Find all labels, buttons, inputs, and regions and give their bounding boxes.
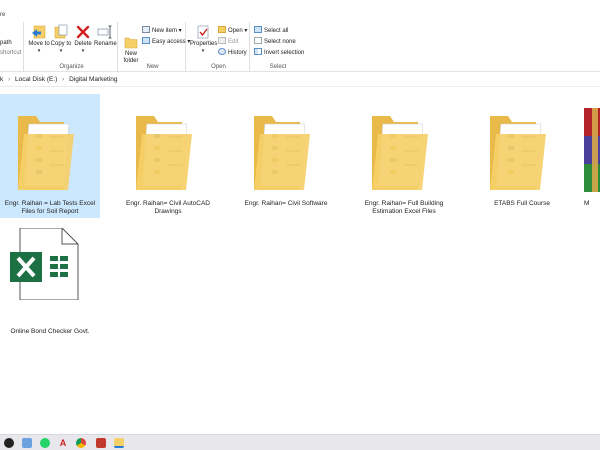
new-item-icon — [142, 26, 150, 33]
invert-selection-button[interactable]: Invert selection — [254, 48, 304, 58]
item-label: Engr. Raihan= Full Building Estimation E… — [364, 200, 444, 215]
breadcrumb-local-disk[interactable]: Local Disk (E:) — [15, 73, 57, 87]
open-group: Properties ▾ Open ▾ Edit History Open — [188, 22, 250, 72]
new-group: New folder New item ▾ Easy access ▾ New — [120, 22, 190, 72]
file-list: Engr. Raihan = Lab Tests Excel Files for… — [0, 88, 600, 434]
history-icon — [218, 48, 226, 55]
organize-group-label: Organize — [59, 64, 84, 70]
breadcrumb-separator[interactable]: › — [62, 73, 64, 87]
delete-button[interactable]: Delete ▾ — [72, 24, 94, 55]
select-group-label: Select — [269, 64, 287, 70]
folder-icon — [18, 116, 74, 190]
acrobat-icon[interactable]: A — [58, 438, 68, 448]
open-button[interactable]: Open ▾ — [218, 26, 247, 36]
excel-file-item[interactable]: Online Bond Checker Govt. — [0, 222, 100, 346]
powerpoint-icon[interactable] — [96, 438, 106, 448]
item-label: Engr. Raihan= Civil AutoCAD Drawings — [125, 200, 210, 215]
select-all-icon — [254, 26, 262, 33]
folder-item-etabs[interactable]: ETABS Full Course — [472, 94, 572, 218]
select-group: Select all Select none Invert selection … — [252, 22, 304, 72]
breadcrumb-separator[interactable]: › — [8, 73, 10, 87]
address-bar[interactable]: k › Local Disk (E:) › Digital Marketing — [0, 73, 600, 87]
new-item-button[interactable]: New item ▾ — [142, 26, 182, 36]
select-none-button[interactable]: Select none — [254, 37, 296, 47]
edit-icon — [218, 37, 226, 44]
taskbar: A — [0, 434, 600, 450]
copy-path-button[interactable]: path — [0, 38, 12, 48]
rename-icon — [97, 24, 113, 40]
open-icon — [218, 26, 226, 33]
chrome-icon[interactable] — [76, 438, 86, 448]
whatsapp-icon[interactable] — [40, 438, 50, 448]
move-to-button[interactable]: Move to ▾ — [28, 24, 50, 55]
folder-icon — [136, 116, 192, 190]
paste-shortcut-button[interactable]: shortcut — [0, 48, 21, 58]
breadcrumb-digital-marketing[interactable]: Digital Marketing — [69, 73, 117, 87]
move-to-icon — [31, 24, 47, 40]
invert-selection-icon — [254, 48, 262, 55]
taskbar-search-icon[interactable] — [4, 438, 14, 448]
new-folder-icon — [123, 34, 139, 50]
folder-item-civil-software[interactable]: Engr. Raihan= Civil Software — [236, 94, 336, 218]
easy-access-icon — [142, 37, 150, 44]
item-label: Online Bond Checker Govt. — [10, 328, 90, 335]
item-label: ETABS Full Course — [494, 200, 550, 207]
file-explorer-icon[interactable] — [114, 438, 124, 448]
address-partial[interactable]: k — [0, 73, 3, 87]
new-folder-button[interactable]: New folder — [120, 24, 142, 65]
item-label: Engr. Raihan= Civil Software — [244, 200, 328, 207]
open-group-label: Open — [211, 64, 226, 70]
ribbon: re path shortcut Move to ▾ Copy to ▾ Delet… — [0, 0, 600, 72]
select-all-button[interactable]: Select all — [254, 26, 288, 36]
ribbon-tab-fragment[interactable]: re — [0, 12, 5, 18]
item-label: Engr. Raihan = Lab Tests Excel Files for… — [4, 200, 96, 215]
archive-item[interactable]: M — [574, 94, 600, 218]
copy-to-icon — [53, 24, 69, 40]
select-none-icon — [254, 37, 262, 44]
folder-item-building-estimation[interactable]: Engr. Raihan= Full Building Estimation E… — [354, 94, 454, 218]
organize-group: Move to ▾ Copy to ▾ Delete ▾ Rename Organiz… — [26, 22, 118, 72]
excel-file-icon — [10, 228, 79, 300]
properties-button[interactable]: Properties ▾ — [190, 24, 217, 55]
clipboard-group: path shortcut — [0, 22, 24, 72]
taskbar-app-icon[interactable] — [22, 438, 32, 448]
folder-item-lab-tests[interactable]: Engr. Raihan = Lab Tests Excel Files for… — [0, 94, 100, 218]
copy-to-button[interactable]: Copy to ▾ — [50, 24, 72, 55]
folder-icon — [254, 116, 310, 190]
delete-x-icon — [75, 24, 91, 40]
item-label: M — [584, 200, 590, 207]
easy-access-button[interactable]: Easy access ▾ — [142, 37, 190, 47]
folder-icon — [490, 116, 546, 190]
history-button[interactable]: History — [218, 48, 247, 58]
winrar-archive-icon — [584, 108, 600, 192]
edit-button[interactable]: Edit — [218, 37, 238, 47]
rename-button[interactable]: Rename — [94, 24, 117, 48]
folder-icon — [372, 116, 428, 190]
properties-icon — [195, 24, 211, 40]
new-group-label: New — [146, 64, 159, 70]
folder-item-autocad[interactable]: Engr. Raihan= Civil AutoCAD Drawings — [118, 94, 218, 218]
